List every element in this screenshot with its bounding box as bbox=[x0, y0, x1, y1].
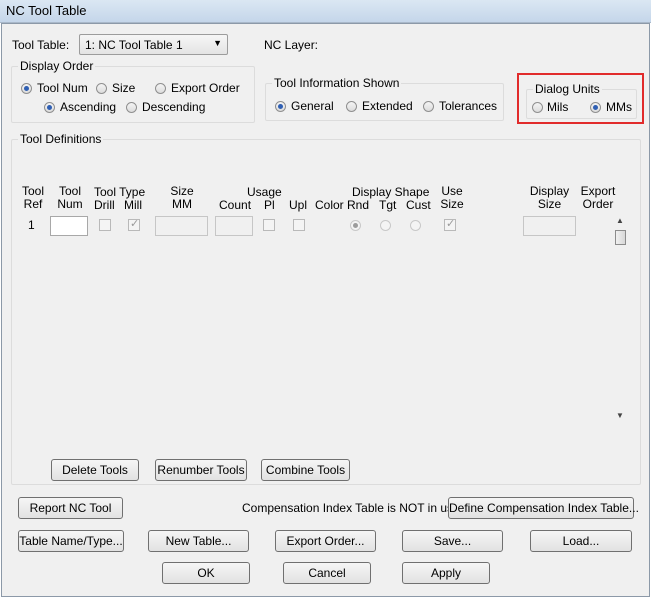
header-usage: Usage bbox=[247, 185, 282, 199]
radio-extended-label: Extended bbox=[362, 99, 413, 113]
row-1-rnd-radio[interactable] bbox=[350, 220, 361, 231]
dialog-units-title: Dialog Units bbox=[533, 82, 602, 96]
scroll-up-arrow-icon[interactable]: ▲ bbox=[616, 216, 624, 225]
radio-tool-num[interactable] bbox=[21, 83, 32, 94]
define-compensation-index-table-button[interactable]: Define Compensation Index Table... bbox=[448, 497, 639, 519]
row-1-tool-ref: 1 bbox=[28, 218, 35, 232]
row-1-upl-checkbox[interactable] bbox=[293, 219, 305, 231]
radio-tool-num-label: Tool Num bbox=[37, 81, 88, 95]
header-use-size: Use Size bbox=[436, 185, 468, 211]
header-pl: Pl bbox=[264, 198, 275, 212]
tool-info-group: Tool Information Shown General Extended … bbox=[265, 76, 504, 121]
radio-export-order[interactable] bbox=[155, 83, 166, 94]
header-count: Count bbox=[219, 198, 252, 212]
row-1-drill-checkbox[interactable] bbox=[99, 219, 111, 231]
radio-export-order-label: Export Order bbox=[171, 81, 240, 95]
title-bar: NC Tool Table bbox=[0, 0, 651, 23]
header-tool-num: Tool Num bbox=[51, 185, 89, 211]
apply-button[interactable]: Apply bbox=[402, 562, 490, 584]
tool-table-select[interactable]: 1: NC Tool Table 1 ▼ bbox=[79, 34, 228, 55]
radio-ascending-label: Ascending bbox=[60, 100, 117, 114]
header-export-order: Export Order bbox=[578, 185, 618, 211]
ok-button[interactable]: OK bbox=[162, 562, 250, 584]
chevron-down-icon: ▼ bbox=[213, 38, 222, 48]
radio-descending[interactable] bbox=[126, 102, 137, 113]
renumber-tools-button[interactable]: Renumber Tools bbox=[155, 459, 247, 481]
radio-size[interactable] bbox=[96, 83, 107, 94]
row-1-use-size-checkbox[interactable] bbox=[444, 217, 456, 231]
cancel-button[interactable]: Cancel bbox=[283, 562, 371, 584]
tool-definitions-title: Tool Definitions bbox=[18, 132, 104, 146]
radio-size-label: Size bbox=[112, 81, 136, 95]
header-display-size: Display Size bbox=[527, 185, 572, 211]
nc-layer-label: NC Layer: bbox=[264, 38, 319, 52]
header-display-shape: Display Shape bbox=[352, 185, 430, 199]
radio-mils[interactable] bbox=[532, 102, 543, 113]
scroll-down-arrow-icon[interactable]: ▼ bbox=[616, 411, 624, 420]
row-1-pl-checkbox[interactable] bbox=[263, 219, 275, 231]
header-rnd: Rnd bbox=[347, 198, 370, 212]
header-tool-ref-line2: Ref bbox=[23, 197, 43, 211]
row-1-tool-num-input[interactable] bbox=[50, 216, 88, 236]
new-table-button[interactable]: New Table... bbox=[148, 530, 249, 552]
header-mill: Mill bbox=[124, 198, 142, 212]
report-nc-tool-button[interactable]: Report NC Tool bbox=[18, 497, 123, 519]
compensation-status-text: Compensation Index Table is NOT in use: bbox=[242, 501, 464, 515]
radio-general-label: General bbox=[291, 99, 334, 113]
combine-tools-button[interactable]: Combine Tools bbox=[261, 459, 350, 481]
radio-tolerances-label: Tolerances bbox=[439, 99, 498, 113]
tool-info-title: Tool Information Shown bbox=[272, 76, 402, 90]
radio-ascending[interactable] bbox=[44, 102, 55, 113]
tool-table-label: Tool Table: bbox=[12, 38, 70, 52]
header-tgt: Tgt bbox=[379, 198, 397, 212]
tool-definitions-group: Tool Definitions Tool Ref Tool Num Tool … bbox=[11, 132, 641, 485]
radio-general[interactable] bbox=[275, 101, 286, 112]
window-title: NC Tool Table bbox=[6, 3, 87, 18]
export-order-button[interactable]: Export Order... bbox=[275, 530, 376, 552]
display-order-group: Display Order Tool Num Size Export Order… bbox=[11, 59, 255, 123]
header-tool-num-line2: Num bbox=[57, 197, 83, 211]
delete-tools-button[interactable]: Delete Tools bbox=[51, 459, 139, 481]
table-name-type-button[interactable]: Table Name/Type... bbox=[18, 530, 124, 552]
row-1-display-size-input[interactable] bbox=[523, 216, 576, 236]
radio-tolerances[interactable] bbox=[423, 101, 434, 112]
header-display-size-line2: Size bbox=[537, 197, 562, 211]
row-1-tgt-radio[interactable] bbox=[380, 220, 391, 231]
header-tool-type: Tool Type bbox=[94, 185, 146, 199]
radio-mms-label: MMs bbox=[606, 100, 632, 114]
radio-mils-label: Mils bbox=[547, 100, 569, 114]
radio-extended[interactable] bbox=[346, 101, 357, 112]
radio-mms[interactable] bbox=[590, 102, 601, 113]
dialog-units-group: Dialog Units Mils MMs bbox=[526, 82, 637, 119]
save-button[interactable]: Save... bbox=[402, 530, 503, 552]
row-1-cust-radio[interactable] bbox=[410, 220, 421, 231]
load-button[interactable]: Load... bbox=[530, 530, 632, 552]
header-export-order-line2: Order bbox=[582, 197, 614, 211]
dialog-body: Tool Table: 1: NC Tool Table 1 ▼ NC Laye… bbox=[1, 23, 650, 597]
header-size-line2: MM bbox=[172, 197, 192, 211]
tool-table-selected-value: 1: NC Tool Table 1 bbox=[85, 38, 183, 52]
header-use-size-line2: Size bbox=[440, 197, 464, 211]
tool-list-scrollbar[interactable]: ▲ ▼ bbox=[615, 216, 627, 424]
radio-descending-label: Descending bbox=[142, 100, 206, 114]
display-order-title: Display Order bbox=[18, 59, 96, 73]
header-drill: Drill bbox=[94, 198, 115, 212]
scrollbar-thumb[interactable] bbox=[615, 230, 626, 245]
row-1-count-input[interactable] bbox=[215, 216, 253, 236]
row-1-mill-checkbox[interactable] bbox=[128, 217, 140, 231]
header-cust: Cust bbox=[406, 198, 431, 212]
header-tool-ref: Tool Ref bbox=[16, 185, 50, 211]
row-1-size-input[interactable] bbox=[155, 216, 208, 236]
header-size: Size MM bbox=[162, 185, 202, 211]
header-color: Color bbox=[315, 198, 344, 212]
header-upl: Upl bbox=[289, 198, 308, 212]
